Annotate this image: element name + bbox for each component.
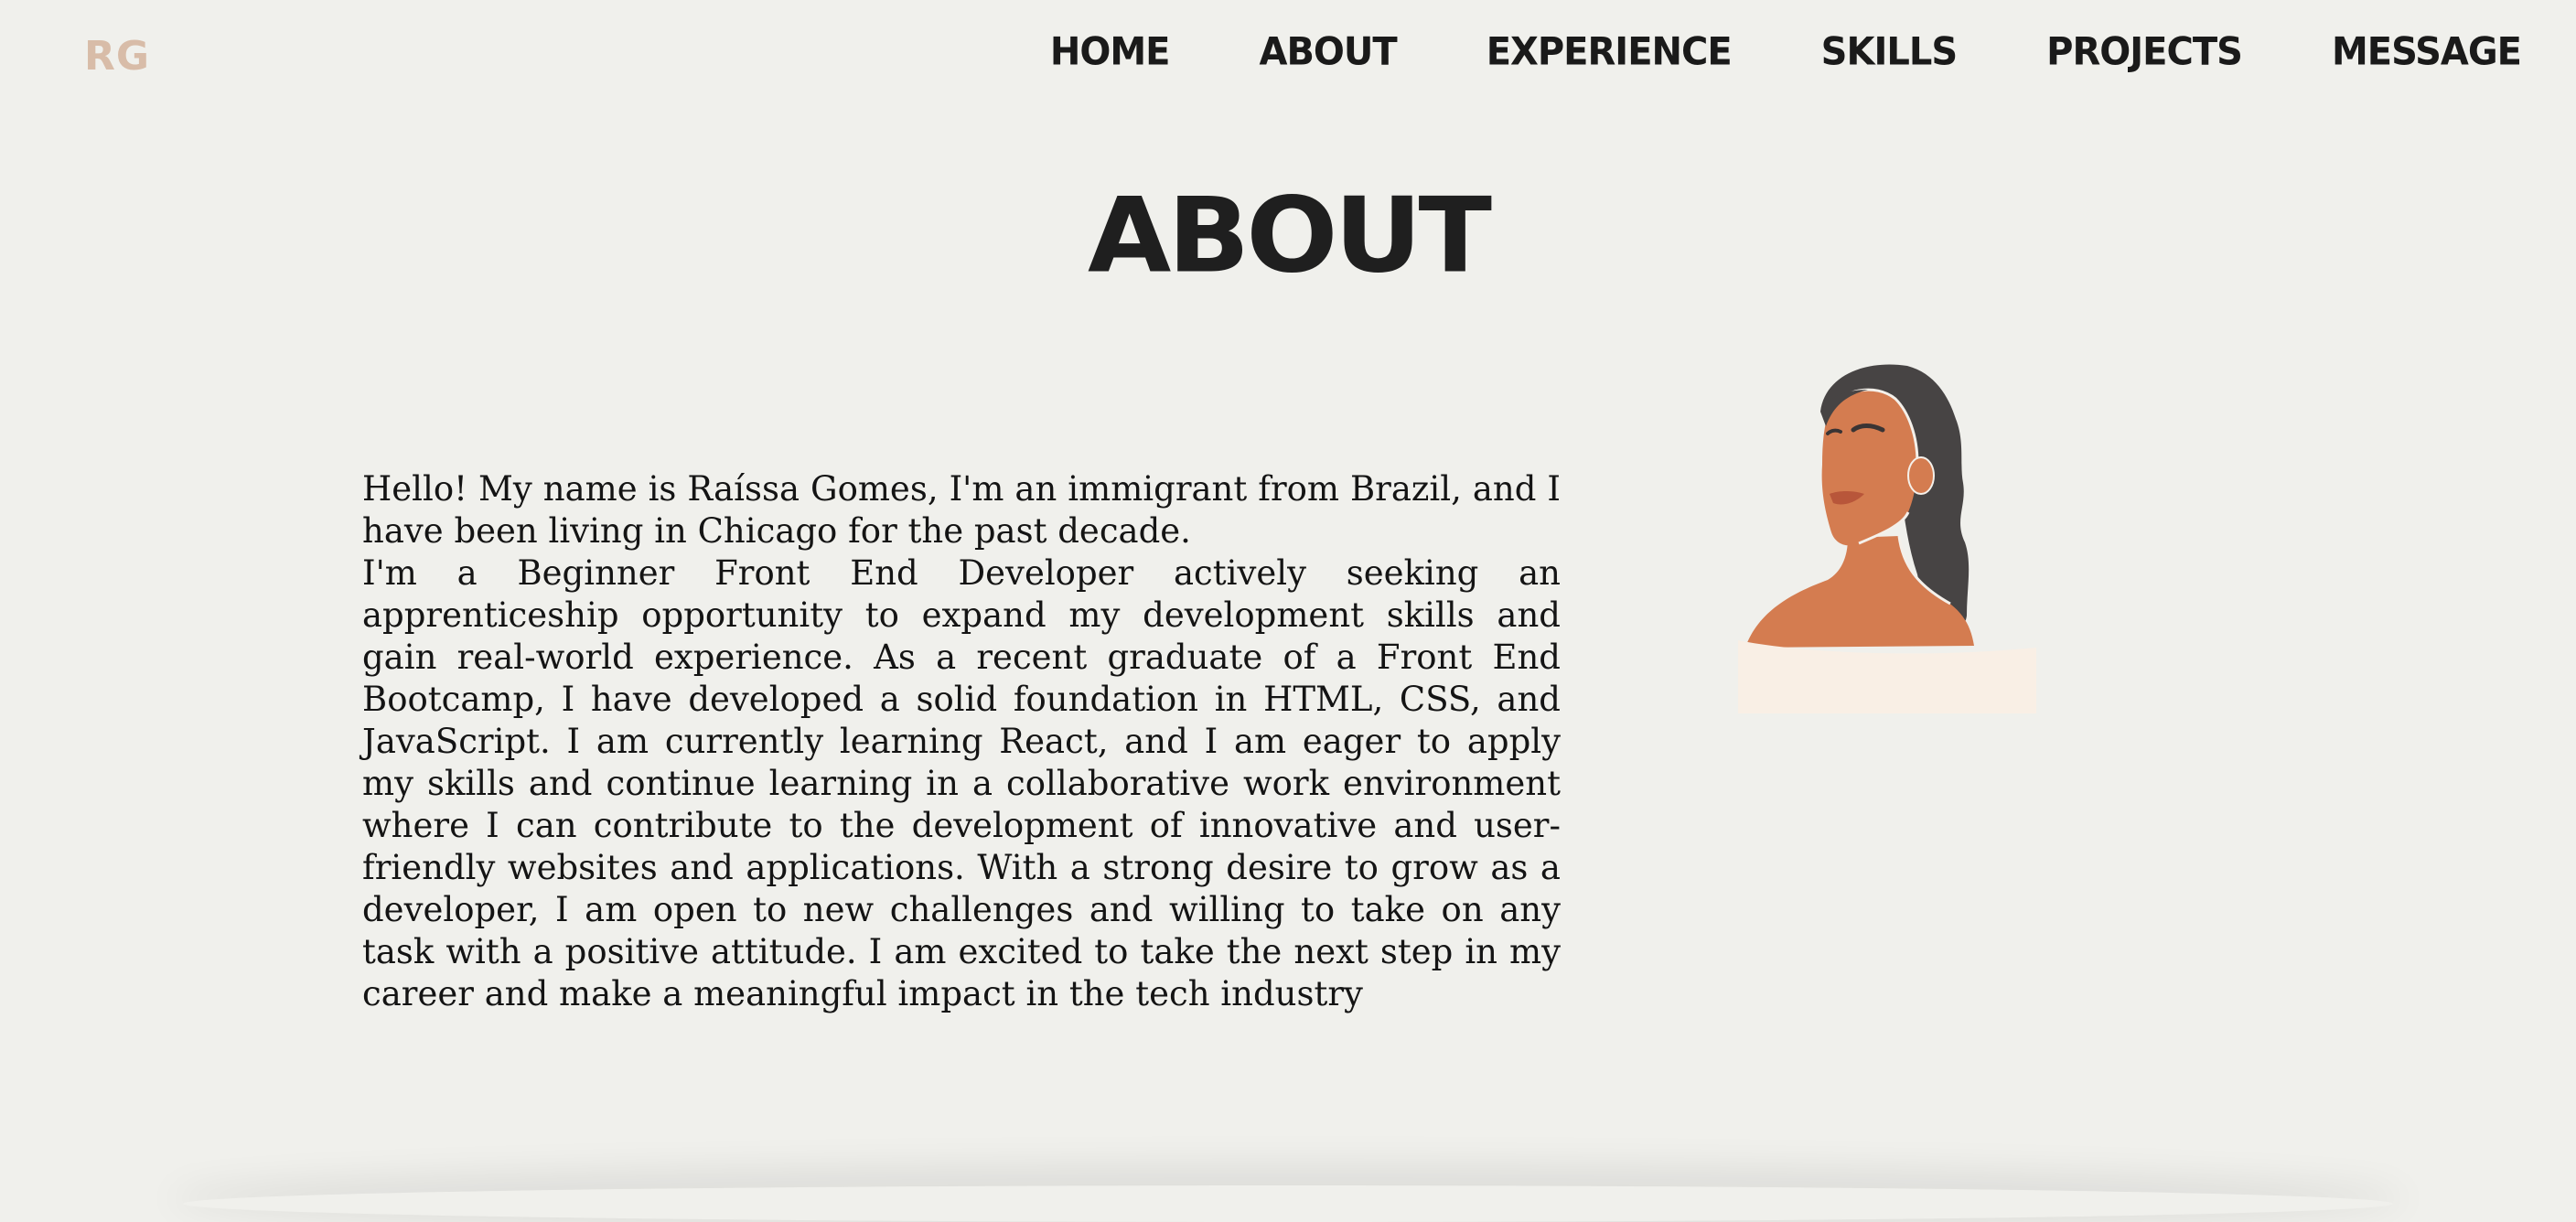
nav-about[interactable]: About [1259,30,1397,74]
about-text: Hello! My name is Raíssa Gomes, I'm an i… [362,468,1561,1015]
about-paragraph-intro: Hello! My name is Raíssa Gomes, I'm an i… [362,469,1561,551]
main-nav: Home About Experience Skills Projects Me… [1050,30,2522,74]
nav-home[interactable]: Home [1050,30,1171,74]
nav-projects[interactable]: Projects [2046,30,2243,74]
face-shape [1821,390,1917,546]
nav-message[interactable]: Message [2332,30,2522,74]
about-paragraph-career: I'm a Beginner Front End Developer activ… [362,553,1561,1013]
section-divider-shadow [183,1185,2393,1222]
woman-portrait-illustration [1738,364,2036,713]
nav-skills[interactable]: Skills [1821,30,1958,74]
section-title: ABOUT [1088,174,1492,296]
nav-experience[interactable]: Experience [1487,30,1733,74]
garment-shape [1738,640,2036,713]
logo-link[interactable]: RG [84,33,150,80]
